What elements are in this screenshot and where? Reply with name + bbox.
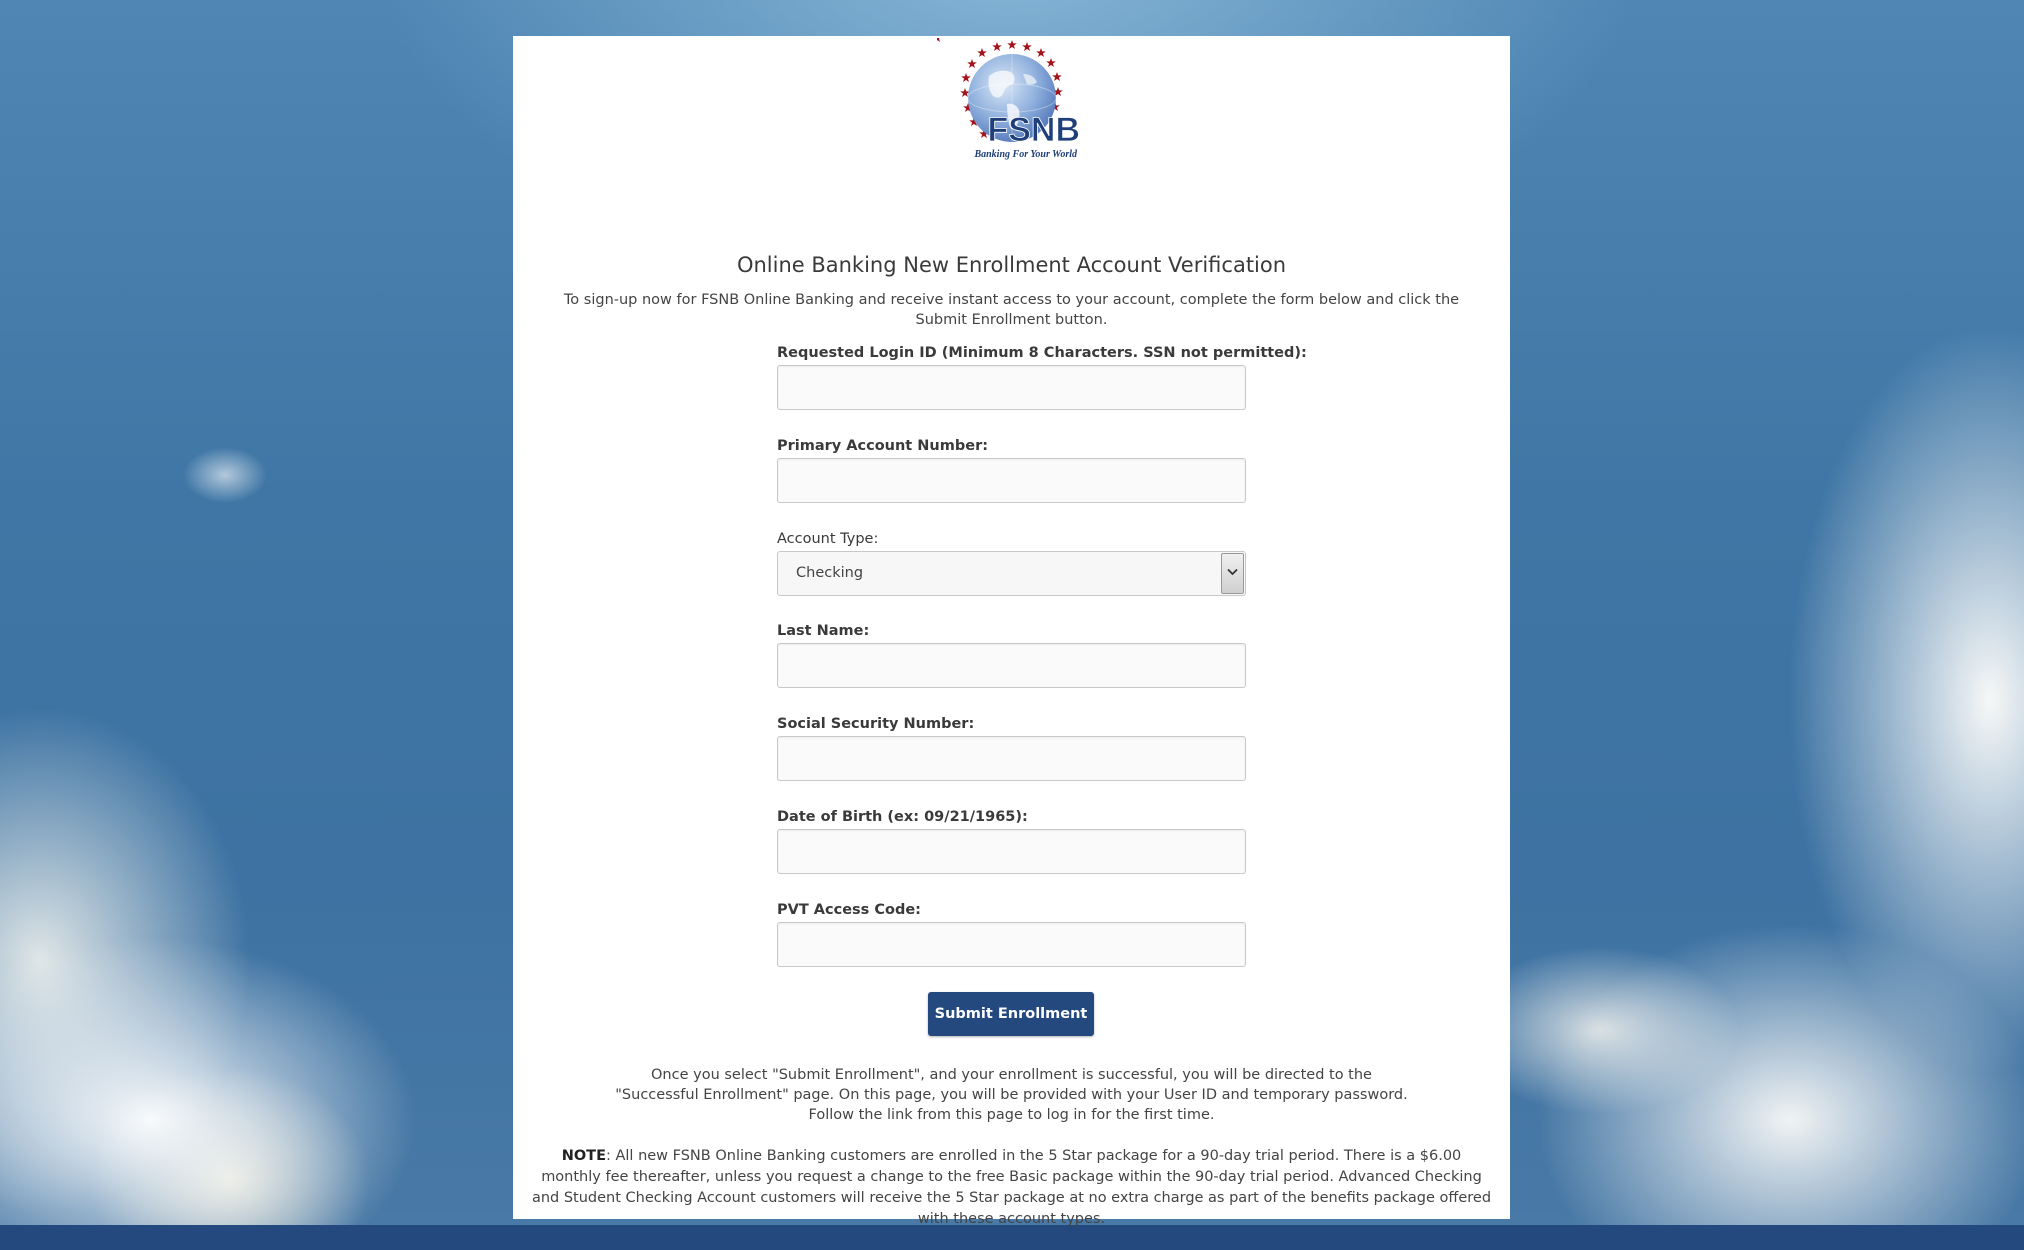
- chevron-down-icon[interactable]: [1221, 553, 1244, 594]
- intro-text: To sign-up now for FSNB Online Banking a…: [563, 292, 1460, 328]
- account-number-input[interactable]: [777, 458, 1246, 503]
- login-id-field: Requested Login ID (Minimum 8 Characters…: [777, 343, 1307, 410]
- login-id-label: Requested Login ID (Minimum 8 Characters…: [777, 345, 1307, 361]
- dob-field: Date of Birth (ex: 09/21/1965):: [777, 807, 1247, 874]
- after-submit-line-1: Once you select "Submit Enrollment", and…: [651, 1067, 1372, 1083]
- page-title: Online Banking New Enrollment Account Ve…: [736, 253, 1287, 277]
- logo-tagline: Banking For Your World: [973, 149, 1078, 160]
- ssn-label: Social Security Number:: [777, 716, 975, 732]
- pvt-code-field: PVT Access Code:: [777, 900, 1247, 967]
- pvt-code-input[interactable]: [777, 922, 1246, 967]
- note-label: NOTE: [561, 1148, 606, 1164]
- after-submit-text: Once you select "Submit Enrollment", and…: [613, 1065, 1410, 1125]
- dob-label: Date of Birth (ex: 09/21/1965):: [777, 809, 1028, 825]
- login-id-input[interactable]: [777, 365, 1246, 410]
- submit-enrollment-button[interactable]: Submit Enrollment: [928, 992, 1094, 1036]
- ssn-field: Social Security Number:: [777, 714, 1247, 781]
- fsnb-logo: FSNB Banking For Your World: [937, 38, 1080, 160]
- account-type-field: Account Type: Checking: [777, 529, 1247, 596]
- last-name-input[interactable]: [777, 643, 1246, 688]
- after-submit-line-2: "Successful Enrollment" page. On this pa…: [615, 1087, 1408, 1103]
- enrollment-panel: FSNB Banking For Your World Online Banki…: [513, 36, 1510, 1227]
- logo-name: FSNB: [987, 111, 1080, 149]
- last-name-field: Last Name:: [777, 621, 1247, 688]
- after-submit-line-3: Follow the link from this page to log in…: [808, 1107, 1215, 1123]
- account-number-field: Primary Account Number:: [777, 436, 1247, 503]
- last-name-label: Last Name:: [777, 623, 870, 639]
- ssn-input[interactable]: [777, 736, 1246, 781]
- note-body: : All new FSNB Online Banking customers …: [531, 1148, 1492, 1227]
- note-text: NOTE: All new FSNB Online Banking custom…: [531, 1146, 1492, 1230]
- account-number-label: Primary Account Number:: [777, 438, 989, 454]
- pvt-code-label: PVT Access Code:: [777, 902, 921, 918]
- account-type-select[interactable]: Checking: [777, 551, 1246, 596]
- account-type-label: Account Type:: [777, 531, 879, 547]
- account-type-selected: Checking: [796, 565, 864, 581]
- dob-input[interactable]: [777, 829, 1246, 874]
